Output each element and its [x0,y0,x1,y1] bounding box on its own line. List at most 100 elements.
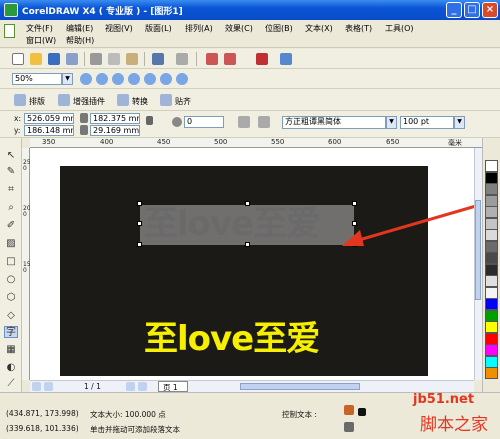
new-document-icon[interactable] [12,53,24,65]
menu-bitmap[interactable]: 位图(B) [265,23,293,34]
font-size-dropdown-arrow[interactable]: ▼ [454,116,465,129]
crop-tool-icon[interactable]: ⌗ [4,184,18,196]
redo-icon[interactable] [176,53,188,65]
palette-swatch[interactable] [485,367,498,379]
palette-swatch[interactable] [485,252,498,264]
minimize-button[interactable]: _ [446,2,462,18]
palette-swatch[interactable] [485,183,498,195]
zoom-out-icon[interactable] [96,73,108,85]
palette-swatch[interactable] [485,217,498,230]
vertical-scroll-thumb[interactable] [475,200,481,300]
basic-shapes-tool-icon[interactable]: ◇ [4,310,18,322]
height-field[interactable]: 29.169 mm [90,125,140,136]
eyedropper-tool-icon[interactable]: ⟋ [4,378,18,390]
palette-swatch[interactable] [485,321,498,333]
x-position-field[interactable]: 526.059 mm [24,113,74,124]
palette-swatch[interactable] [485,206,498,218]
selection-handle[interactable] [137,221,142,226]
ellipse-tool-icon[interactable]: ○ [4,274,18,286]
zoom-page-icon[interactable] [144,73,156,85]
palette-swatch[interactable] [485,194,498,207]
selection-handle[interactable] [137,201,142,206]
palette-swatch[interactable] [485,344,498,356]
menu-file[interactable]: 文件(F) [26,23,53,34]
menu-window[interactable]: 窗口(W) [26,35,56,46]
copy-icon[interactable] [108,53,120,65]
y-position-field[interactable]: 186.148 mm [24,125,74,136]
menu-effects[interactable]: 效果(C) [225,23,253,34]
convert-button[interactable]: 转换 [132,96,148,107]
lock-ratio-icon[interactable] [146,116,153,125]
palette-swatch[interactable] [485,355,498,368]
undo-icon[interactable] [152,53,164,65]
selection-handle[interactable] [137,242,142,247]
menu-layout[interactable]: 版面(L) [145,23,172,34]
palette-swatch[interactable] [485,275,498,287]
paste-icon[interactable] [126,53,138,65]
open-folder-icon[interactable] [30,53,42,65]
smart-fill-tool-icon[interactable]: ▨ [4,238,18,250]
interactive-blend-tool-icon[interactable]: ◐ [4,362,18,374]
next-page-icon[interactable] [126,382,135,391]
export-icon[interactable] [224,53,236,65]
polygon-tool-icon[interactable]: ⬡ [4,292,18,304]
palette-swatch[interactable] [485,298,498,310]
menu-table[interactable]: 表格(T) [345,23,372,34]
menu-tools[interactable]: 工具(O) [385,23,414,34]
rectangle-tool-icon[interactable]: □ [4,256,18,268]
close-button[interactable]: × [482,2,498,18]
mirror-horizontal-icon[interactable] [238,116,250,128]
zoom-height-icon[interactable] [176,73,188,85]
maximize-button[interactable]: □ [464,2,480,18]
fill-swatch[interactable] [358,408,366,416]
yellow-artistic-text[interactable]: 至love至爱 [144,311,320,360]
zoom-dropdown-arrow[interactable]: ▼ [62,73,73,85]
selected-artistic-text[interactable]: 至love至爱 [144,196,320,245]
text-tool-icon[interactable]: 字 [4,326,18,338]
zoom-in-icon[interactable] [80,73,92,85]
print-icon[interactable] [66,53,78,65]
snap-button[interactable]: 贴齐 [175,96,191,107]
selection-handle[interactable] [245,242,250,247]
import-icon[interactable] [206,53,218,65]
freehand-tool-icon[interactable]: ✐ [4,220,18,232]
welcome-screen-icon[interactable] [280,53,292,65]
palette-swatch[interactable] [485,332,498,345]
coreldraw-app-icon[interactable] [4,3,18,17]
palette-swatch[interactable] [485,286,498,299]
horizontal-scroll-thumb[interactable] [240,383,360,390]
palette-swatch[interactable] [485,171,498,184]
zoom-level-field[interactable]: 50% [12,73,62,85]
menu-text[interactable]: 文本(X) [305,23,333,34]
mirror-vertical-icon[interactable] [258,116,270,128]
palette-swatch[interactable] [485,309,498,322]
palette-swatch[interactable] [485,240,498,253]
zoom-all-icon[interactable] [128,73,140,85]
palette-swatch[interactable] [485,160,498,172]
fill-bucket-icon[interactable] [344,405,354,415]
page-tab[interactable]: 页 1 [158,381,188,392]
outline-pen-icon[interactable] [344,422,354,432]
rotation-field[interactable]: 0 [184,116,224,128]
menu-arrange[interactable]: 排列(A) [185,23,213,34]
font-name-field[interactable]: 方正粗谭黑简体 [282,116,386,129]
layout-button[interactable]: 排版 [29,96,45,107]
first-page-icon[interactable] [32,382,41,391]
zoom-width-icon[interactable] [160,73,172,85]
last-page-icon[interactable] [138,382,147,391]
palette-swatch[interactable] [485,229,498,241]
menu-edit[interactable]: 编辑(E) [66,23,93,34]
enhance-plugin-button[interactable]: 增强插件 [73,96,105,107]
table-tool-icon[interactable]: ▦ [4,344,18,356]
menu-view[interactable]: 视图(V) [105,23,133,34]
application-launcher-icon[interactable] [256,53,268,65]
save-icon[interactable] [48,53,60,65]
previous-page-icon[interactable] [44,382,53,391]
font-name-dropdown-arrow[interactable]: ▼ [386,116,397,129]
pick-tool-icon[interactable]: ↖ [4,150,18,162]
zoom-tool-icon[interactable]: ⌕ [4,202,18,214]
selection-handle[interactable] [245,201,250,206]
cut-icon[interactable] [90,53,102,65]
zoom-selected-icon[interactable] [112,73,124,85]
font-size-field[interactable]: 100 pt [400,116,454,129]
